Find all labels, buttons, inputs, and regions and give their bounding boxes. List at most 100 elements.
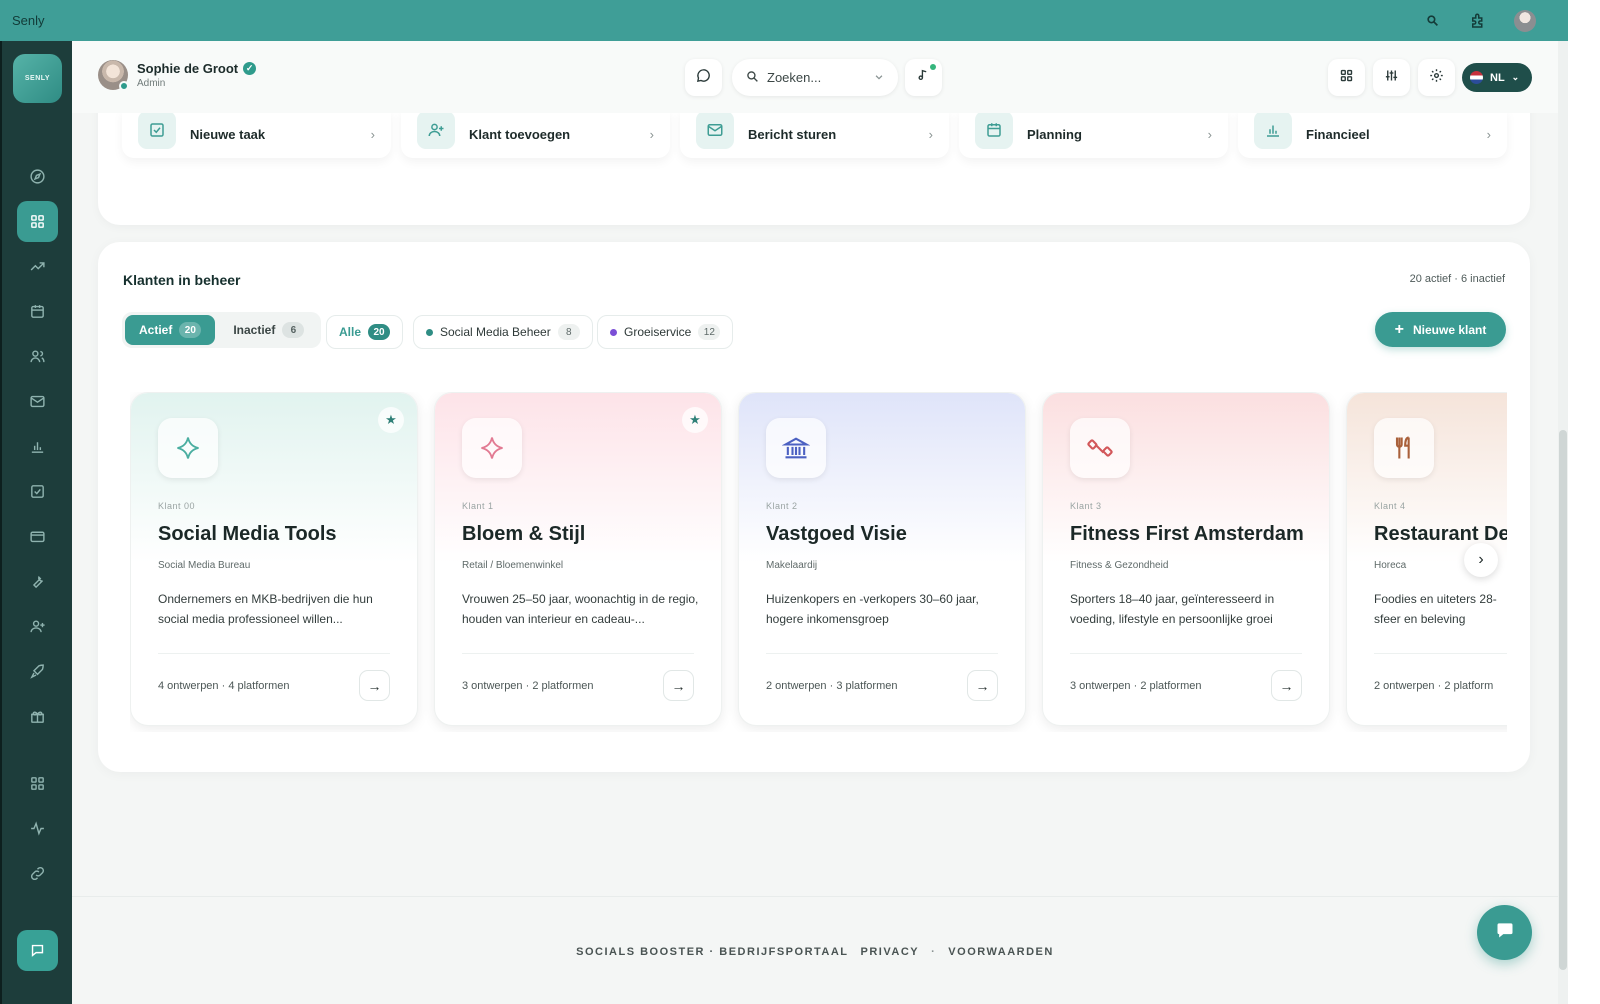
sliders-icon	[1384, 68, 1399, 88]
language-label: NL	[1490, 71, 1505, 84]
mail-icon[interactable]	[17, 381, 58, 422]
quick-action-planning[interactable]: Planning ›	[959, 110, 1228, 158]
trending-up-icon[interactable]	[17, 246, 58, 287]
scrollbar-thumb[interactable]	[1559, 430, 1567, 970]
chevron-right-icon: ›	[649, 126, 654, 142]
footer-privacy-link[interactable]: PRIVACY	[861, 946, 920, 958]
segment-label: Actief	[139, 323, 173, 337]
count-badge: 20	[179, 322, 202, 338]
open-client-arrow-icon[interactable]: →	[663, 670, 694, 701]
support-chat-button[interactable]	[1477, 905, 1532, 960]
wrench-icon[interactable]	[17, 561, 58, 602]
bank-icon	[766, 418, 826, 478]
user-add-icon[interactable]	[17, 606, 58, 647]
star-favorite-icon[interactable]: ★	[682, 407, 708, 433]
credit-card-icon[interactable]	[17, 516, 58, 557]
client-name: Social Media Tools	[158, 523, 337, 545]
open-client-arrow-icon[interactable]: →	[967, 670, 998, 701]
filter-social-media-beheer[interactable]: Social Media Beheer 8	[413, 315, 593, 349]
client-name: Restaurant De T	[1374, 523, 1507, 545]
client-category: Retail / Bloemenwinkel	[462, 560, 564, 571]
compass-icon[interactable]	[17, 156, 58, 197]
task-check-icon[interactable]	[17, 471, 58, 512]
client-description: Ondernemers en MKB-bedrijven die hun soc…	[158, 592, 373, 626]
app-logo[interactable]: SENLY	[13, 54, 62, 103]
footer: SOCIALS BOOSTER · BEDRIJFSPORTAAL PRIVAC…	[72, 896, 1558, 1004]
quick-action-add-client[interactable]: Klant toevoegen ›	[401, 110, 670, 158]
client-tag: Klant 4	[1374, 501, 1406, 511]
users-icon[interactable]	[17, 336, 58, 377]
apps-button[interactable]	[1328, 59, 1365, 96]
dashboard-grid-icon[interactable]	[17, 201, 58, 242]
chat-icon[interactable]	[17, 930, 58, 971]
language-selector[interactable]: NL ⌄	[1462, 63, 1532, 92]
open-client-arrow-icon[interactable]: →	[1271, 670, 1302, 701]
gift-icon[interactable]	[17, 696, 58, 737]
music-note-icon	[917, 68, 930, 87]
messages-button[interactable]	[685, 59, 722, 96]
flag-nl-icon	[1470, 71, 1483, 84]
client-card[interactable]: ★ Klant 00 Social Media Tools Social Med…	[130, 392, 418, 726]
segment-label: Inactief	[233, 323, 276, 337]
apps-grid-icon[interactable]	[17, 763, 58, 804]
user-name: Sophie de Groot	[137, 61, 239, 76]
new-client-button[interactable]: + Nieuwe klant	[1375, 312, 1506, 347]
filter-groeiservice[interactable]: Groeiservice 12	[597, 315, 734, 349]
rocket-icon[interactable]	[17, 651, 58, 692]
zoom-icon[interactable]	[1422, 11, 1442, 31]
client-description: Huizenkopers en -verkopers 30–60 jaar, h…	[766, 592, 979, 626]
bar-chart-icon[interactable]	[17, 426, 58, 467]
quick-action-new-task[interactable]: Nieuwe taak ›	[122, 110, 391, 158]
search-icon	[746, 70, 759, 86]
client-category: Social Media Bureau	[158, 560, 251, 571]
sparkle-icon	[462, 418, 522, 478]
chevron-right-icon: ›	[1486, 126, 1491, 142]
client-card[interactable]: Klant 2 Vastgoed Visie Makelaardij Huize…	[738, 392, 1026, 726]
client-category: Horeca	[1374, 560, 1407, 571]
quick-action-send-message[interactable]: Bericht sturen ›	[680, 110, 949, 158]
footer-brand: SOCIALS BOOSTER · BEDRIJFSPORTAAL	[576, 945, 849, 958]
chat-bubble-icon	[1495, 920, 1515, 945]
divider	[766, 653, 998, 654]
chevron-right-icon: ›	[370, 126, 375, 142]
star-favorite-icon[interactable]: ★	[378, 407, 404, 433]
chevron-down-icon	[874, 70, 884, 85]
top-header: Sophie de Groot ✓ Admin Zoeken... NL ⌄	[72, 41, 1558, 113]
link-icon[interactable]	[17, 853, 58, 894]
open-client-arrow-icon[interactable]: →	[359, 670, 390, 701]
new-client-label: Nieuwe klant	[1412, 322, 1487, 337]
client-cards-carousel: ★ Klant 00 Social Media Tools Social Med…	[130, 392, 1507, 732]
task-check-icon	[138, 111, 176, 149]
filters-button[interactable]	[1373, 59, 1410, 96]
music-button[interactable]	[905, 59, 942, 96]
segment-inactive[interactable]: Inactief 6	[219, 315, 318, 345]
quick-action-label: Bericht sturen	[748, 126, 837, 142]
footer-separator: ·	[931, 945, 937, 958]
divider	[158, 653, 390, 654]
footer-terms-link[interactable]: VOORWAARDEN	[948, 946, 1054, 958]
calendar-icon[interactable]	[17, 291, 58, 332]
filter-all[interactable]: Alle 20	[326, 315, 404, 349]
filter-label: Social Media Beheer	[440, 325, 551, 339]
count-badge: 20	[368, 324, 391, 340]
client-meta: 2 ontwerpen · 2 platform	[1374, 680, 1494, 692]
plus-icon: +	[1394, 320, 1404, 338]
browser-title: Senly	[12, 13, 45, 28]
client-card[interactable]: ★ Klant 1 Bloem & Stijl Retail / Bloemen…	[434, 392, 722, 726]
search-input[interactable]: Zoeken...	[732, 59, 898, 96]
carousel-next-chevron-icon[interactable]: ›	[1464, 543, 1498, 577]
client-category: Makelaardij	[766, 560, 818, 571]
quick-action-financial[interactable]: Financieel ›	[1238, 110, 1507, 158]
activity-icon[interactable]	[17, 808, 58, 849]
client-category: Fitness & Gezondheid	[1070, 560, 1169, 571]
online-status-dot	[119, 81, 129, 91]
client-card[interactable]: Klant 3 Fitness First Amsterdam Fitness …	[1042, 392, 1330, 726]
section-title: Klanten in beheer	[123, 272, 241, 288]
extensions-icon[interactable]	[1468, 11, 1488, 31]
client-name: Fitness First Amsterdam	[1070, 523, 1304, 545]
browser-profile-avatar[interactable]	[1514, 9, 1536, 32]
grid-icon	[1339, 68, 1354, 88]
settings-button[interactable]	[1418, 59, 1455, 96]
segment-active[interactable]: Actief 20	[125, 315, 216, 345]
user-profile[interactable]: Sophie de Groot ✓ Admin	[98, 60, 257, 91]
